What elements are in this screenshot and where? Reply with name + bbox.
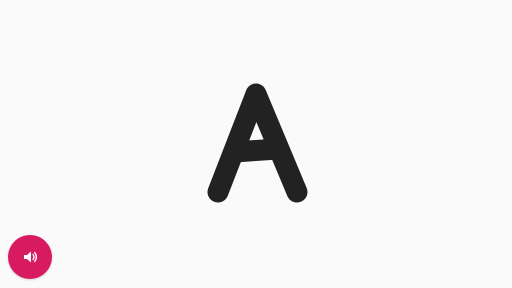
letter-glyph (206, 82, 310, 204)
letter-display-screen (0, 0, 512, 288)
letter-a-drawing (207, 83, 308, 203)
letter-crossbar-stroke (223, 138, 289, 163)
speak-letter-button[interactable] (8, 235, 52, 279)
speaker-icon (22, 249, 38, 265)
